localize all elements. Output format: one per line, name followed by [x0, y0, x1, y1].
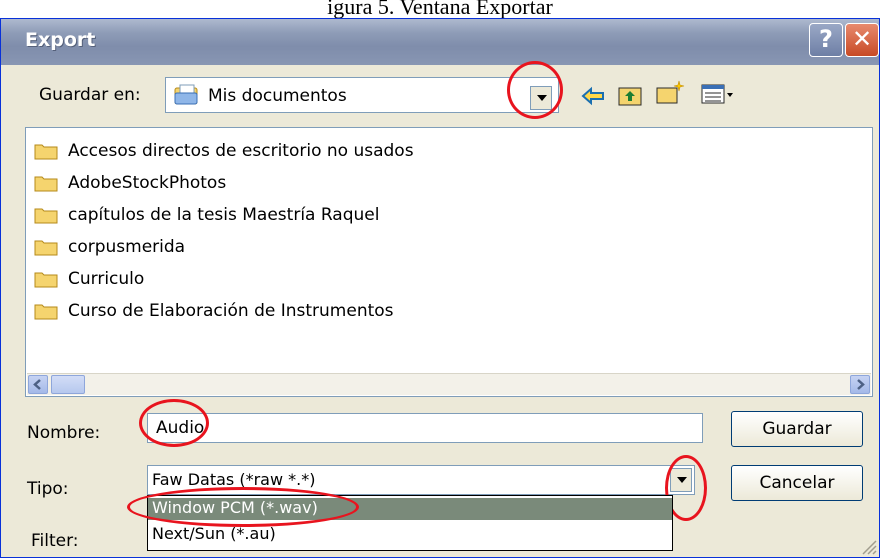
file-name: Curso de Elaboración de Instrumentos — [68, 301, 394, 321]
folder-icon — [34, 144, 58, 160]
file-name: AdobeStockPhotos — [68, 173, 227, 193]
resize-grip-icon[interactable] — [859, 537, 877, 555]
cancel-button[interactable]: Cancelar — [731, 465, 863, 501]
horizontal-scrollbar[interactable] — [27, 373, 871, 395]
save-in-dropdown-button[interactable] — [530, 86, 552, 110]
back-arrow-icon[interactable] — [581, 85, 605, 107]
save-in-combo[interactable]: Mis documentos — [165, 77, 559, 113]
filetype-label: Tipo: — [27, 479, 69, 499]
figure-caption: igura 5. Ventana Exportar — [327, 0, 553, 19]
title-bar[interactable]: Export ? ✕ — [1, 19, 879, 65]
file-name: Curriculo — [68, 269, 145, 289]
filetype-dropdown-button[interactable] — [670, 468, 692, 492]
window-title: Export — [25, 29, 96, 51]
export-dialog: Export ? ✕ Guardar en: Mis documentos Ac… — [0, 18, 880, 558]
folder-icon — [34, 272, 58, 288]
filetype-options-list[interactable]: Window PCM (*.wav) Next/Sun (*.au) — [147, 495, 673, 551]
scroll-right-button[interactable] — [850, 375, 870, 394]
scroll-left-button[interactable] — [28, 375, 48, 394]
file-list[interactable]: Accesos directos de escritorio no usados… — [25, 127, 873, 397]
save-in-value: Mis documentos — [208, 86, 347, 106]
close-button[interactable]: ✕ — [845, 23, 879, 57]
filename-input[interactable]: Audio — [147, 413, 703, 443]
up-folder-icon[interactable] — [617, 83, 643, 107]
folder-icon — [34, 176, 58, 192]
filetype-option-au[interactable]: Next/Sun (*.au) — [148, 524, 672, 546]
scroll-thumb[interactable] — [51, 375, 85, 394]
folder-icon — [34, 208, 58, 224]
folder-icon — [34, 304, 58, 320]
new-folder-icon[interactable] — [655, 79, 685, 105]
filter-label: Filter: — [31, 531, 79, 551]
save-button[interactable]: Guardar — [731, 411, 863, 447]
chevron-right-icon — [857, 379, 865, 390]
view-menu-icon[interactable] — [701, 83, 735, 107]
file-name: Accesos directos de escritorio no usados — [68, 141, 414, 161]
filetype-option-wav[interactable]: Window PCM (*.wav) — [148, 498, 672, 520]
file-name: capítulos de la tesis Maestría Raquel — [68, 205, 380, 225]
filetype-value: Faw Datas (*raw *.*) — [152, 470, 316, 489]
folder-icon — [34, 240, 58, 256]
help-button[interactable]: ? — [809, 23, 843, 57]
filetype-select[interactable]: Faw Datas (*raw *.*) — [147, 465, 695, 495]
file-name: corpusmerida — [68, 237, 186, 257]
save-in-label: Guardar en: — [39, 85, 141, 105]
filename-label: Nombre: — [27, 423, 101, 443]
documents-folder-icon — [174, 84, 198, 105]
chevron-left-icon — [33, 379, 41, 390]
